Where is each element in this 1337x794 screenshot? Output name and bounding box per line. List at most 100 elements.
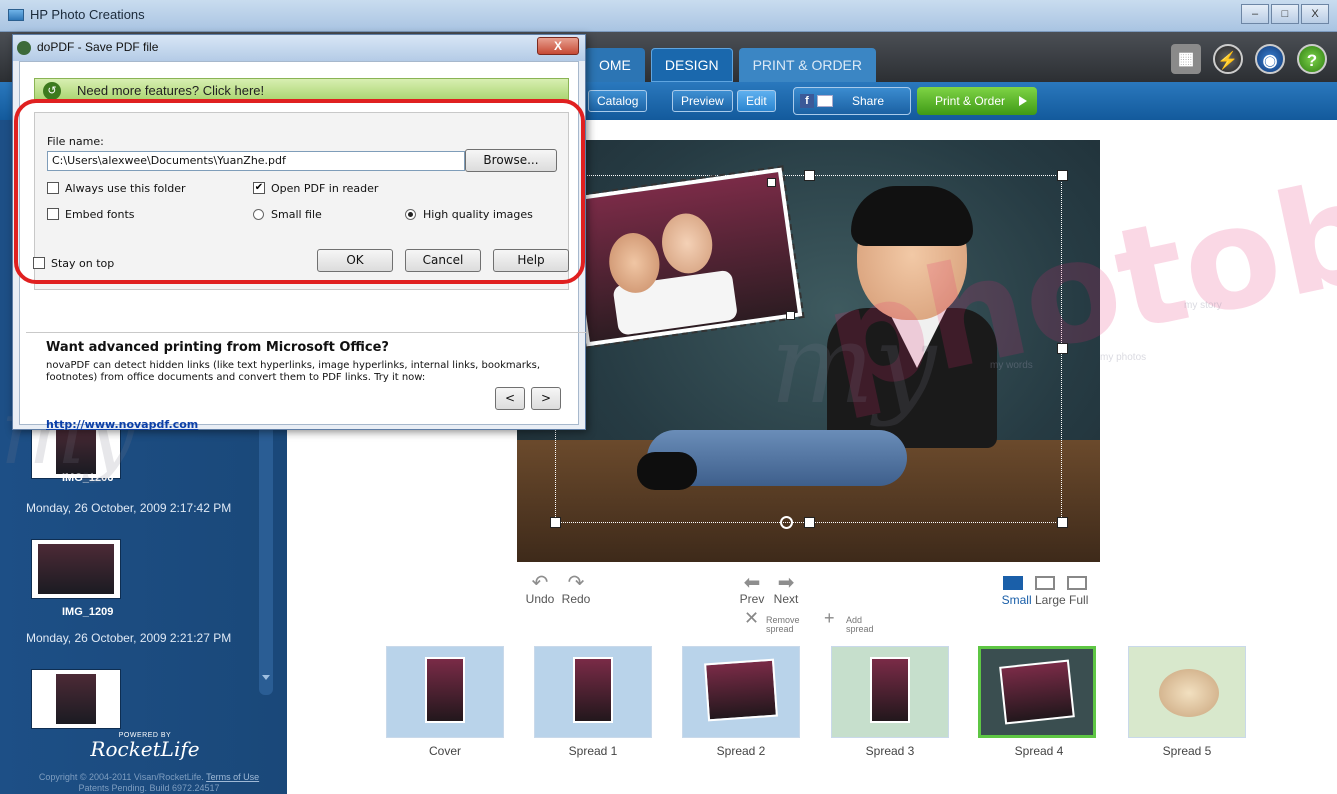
edit-button[interactable]: Edit bbox=[737, 90, 776, 112]
spread-thumbnail-1[interactable] bbox=[534, 646, 652, 738]
resize-handle[interactable] bbox=[804, 517, 815, 528]
add-spread-button[interactable]: + Add spread bbox=[824, 609, 874, 634]
resize-handle[interactable] bbox=[1057, 170, 1068, 181]
preview-button[interactable]: Preview bbox=[672, 90, 733, 112]
spread-thumbnail-5[interactable] bbox=[1128, 646, 1246, 738]
undo-button[interactable]: ↶ Undo bbox=[520, 573, 560, 606]
size-small[interactable]: Small bbox=[1002, 593, 1032, 607]
tab-design[interactable]: DESIGN bbox=[650, 48, 733, 82]
spread-thumbnail-2[interactable] bbox=[682, 646, 800, 738]
large-view-icon[interactable] bbox=[1035, 576, 1055, 590]
next-arrow-icon: ➡ bbox=[777, 572, 795, 594]
close-button[interactable]: X bbox=[1301, 4, 1329, 24]
spread-page bbox=[704, 658, 778, 722]
novapdf-link[interactable]: http://www.novapdf.com bbox=[46, 418, 198, 431]
top-icons: ▦ ⚡ ◉ ? bbox=[1171, 44, 1327, 74]
next-tip-button[interactable]: > bbox=[531, 387, 561, 410]
nav-tabs: OME DESIGN PRINT & ORDER bbox=[585, 48, 877, 82]
sidebar-scrollbar[interactable] bbox=[259, 425, 273, 695]
remove-icon: ✕ bbox=[744, 608, 760, 628]
bolt-icon[interactable]: ⚡ bbox=[1213, 44, 1243, 74]
tab-print-order[interactable]: PRINT & ORDER bbox=[738, 48, 877, 82]
size-full[interactable]: Full bbox=[1069, 593, 1088, 607]
photo-thumbnail-img-1209[interactable] bbox=[32, 540, 120, 598]
share-button[interactable]: f Share bbox=[793, 87, 911, 115]
dopdf-icon bbox=[17, 41, 31, 55]
catalog-button[interactable]: Catalog bbox=[588, 90, 648, 112]
terms-of-use-link[interactable]: Terms of Use bbox=[206, 772, 259, 782]
next-label: Next bbox=[773, 592, 799, 606]
undo-label: Undo bbox=[525, 592, 555, 606]
cart-icon[interactable]: ▦ bbox=[1171, 44, 1201, 74]
spread-thumbnail-4[interactable] bbox=[978, 646, 1096, 738]
scroll-down-icon[interactable] bbox=[262, 675, 270, 680]
inset-resize-handle[interactable] bbox=[767, 178, 776, 187]
window-title: HP Photo Creations bbox=[30, 7, 145, 22]
maximize-button[interactable]: □ bbox=[1271, 4, 1299, 24]
dialog-title: doPDF - Save PDF file bbox=[37, 40, 159, 54]
spread-label: Spread 2 bbox=[716, 744, 766, 758]
redo-icon: ↷ bbox=[567, 572, 585, 594]
spread-label: Spread 5 bbox=[1162, 744, 1212, 758]
spread-page bbox=[573, 657, 613, 723]
thumbnail-image bbox=[38, 544, 114, 594]
spread-label: Spread 1 bbox=[568, 744, 618, 758]
next-button[interactable]: ➡ Next bbox=[768, 572, 804, 606]
print-order-button[interactable]: Print & Order bbox=[917, 87, 1037, 115]
photo-date: Monday, 26 October, 2009 2:17:42 PM bbox=[26, 501, 232, 515]
photo-name: IMG_1209 bbox=[62, 606, 114, 618]
spread-label-selected: Spread 4 bbox=[1014, 744, 1064, 758]
size-large[interactable]: Large bbox=[1035, 593, 1066, 607]
dialog-close-button[interactable]: X bbox=[537, 37, 579, 55]
prev-button[interactable]: ⬅ Prev bbox=[734, 572, 770, 606]
promo-text[interactable]: Need more features? Click here! bbox=[77, 83, 264, 98]
help-icon[interactable]: ? bbox=[1297, 44, 1327, 74]
hp-photo-creations-window: HP Photo Creations – □ X OME DESIGN PRIN… bbox=[0, 0, 1337, 794]
window-controls: – □ X bbox=[1241, 4, 1329, 24]
minimize-button[interactable]: – bbox=[1241, 4, 1269, 24]
resize-handle[interactable] bbox=[550, 517, 561, 528]
facebook-icon: f bbox=[800, 94, 814, 108]
copyright: Copyright © 2004-2011 Visan/RocketLife. … bbox=[14, 772, 284, 794]
full-view-icon[interactable] bbox=[1067, 576, 1087, 590]
remove-spread-button[interactable]: ✕ Remove spread bbox=[744, 609, 800, 634]
app-icon bbox=[8, 9, 24, 21]
print-order-label: Print & Order bbox=[935, 94, 1006, 108]
mail-icon bbox=[817, 95, 833, 107]
add-spread-line2: spread bbox=[846, 624, 874, 634]
view-size-selector: Small Large Full bbox=[984, 576, 1106, 607]
redo-button[interactable]: ↷ Redo bbox=[556, 572, 596, 606]
globe-icon[interactable]: ◉ bbox=[1255, 44, 1285, 74]
advanced-heading: Want advanced printing from Microsoft Of… bbox=[46, 340, 389, 355]
advanced-text: novaPDF can detect hidden links (like te… bbox=[46, 360, 541, 383]
rotate-handle[interactable] bbox=[780, 516, 793, 529]
red-highlight-circle bbox=[14, 99, 585, 284]
remove-spread-line2: spread bbox=[766, 624, 794, 634]
resize-handle[interactable] bbox=[1057, 343, 1068, 354]
spread-page bbox=[999, 659, 1075, 725]
play-arrow-icon bbox=[1019, 96, 1027, 106]
resize-handle[interactable] bbox=[1057, 517, 1068, 528]
separator bbox=[26, 332, 586, 333]
watermark-tag: my photos bbox=[1100, 352, 1147, 363]
prev-arrow-icon: ⬅ bbox=[743, 572, 761, 594]
small-view-icon[interactable] bbox=[1003, 576, 1023, 590]
thumbnail-image bbox=[56, 674, 96, 724]
prev-label: Prev bbox=[739, 592, 765, 606]
window-titlebar: HP Photo Creations – □ X bbox=[0, 0, 1337, 32]
spread-thumbnail-cover[interactable] bbox=[386, 646, 504, 738]
prev-tip-button[interactable]: < bbox=[495, 387, 525, 410]
copyright-text: Copyright © 2004-2011 Visan/RocketLife. bbox=[38, 772, 204, 782]
dialog-titlebar: doPDF - Save PDF file X bbox=[13, 35, 585, 61]
powered-by-logo: POWERED BY RocketLife bbox=[70, 732, 220, 761]
rocketlife-logo: RocketLife bbox=[90, 737, 200, 761]
inset-resize-handle[interactable] bbox=[786, 311, 795, 320]
resize-handle[interactable] bbox=[804, 170, 815, 181]
tab-home[interactable]: OME bbox=[585, 48, 645, 82]
inset-photo[interactable] bbox=[563, 165, 805, 349]
bunny-image bbox=[1159, 669, 1219, 717]
spread-page bbox=[870, 657, 910, 723]
spread-thumbnail-3[interactable] bbox=[831, 646, 949, 738]
photo-thumbnail[interactable] bbox=[32, 670, 120, 728]
share-label: Share bbox=[852, 94, 885, 108]
